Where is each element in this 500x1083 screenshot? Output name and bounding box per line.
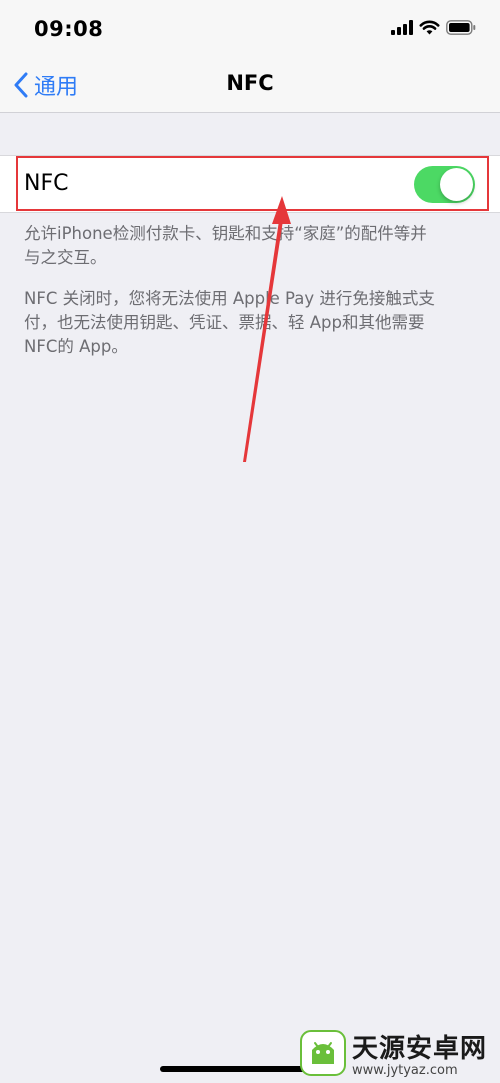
warning-line: NFC 关闭时，您将无法使用 Apple Pay 进行免接触式支 [24, 289, 435, 308]
nfc-description: 允许iPhone检测付款卡、钥匙和支持“家庭”的配件等并 与之交互。 [24, 222, 476, 270]
page-title: NFC [226, 71, 274, 95]
battery-icon [446, 20, 476, 35]
watermark-title: 天源安卓网 [352, 1034, 488, 1064]
nfc-toggle-switch[interactable] [414, 166, 475, 203]
nfc-setting-label: NFC [24, 171, 69, 196]
nfc-off-warning: NFC 关闭时，您将无法使用 Apple Pay 进行免接触式支 付，也无法使用… [24, 287, 476, 359]
watermark: 天源安卓网 www.jytyaz.com [300, 1028, 487, 1078]
warning-line: 付，也无法使用钥匙、凭证、票据、轻 App和其他需要 [24, 313, 425, 332]
toggle-knob [440, 168, 473, 201]
navigation-bar: 通用 NFC [0, 58, 500, 113]
cellular-signal-icon [391, 20, 413, 35]
status-icons [391, 20, 476, 35]
warning-line: NFC的 App。 [24, 337, 128, 356]
wifi-icon [419, 20, 440, 35]
android-logo-icon [300, 1030, 346, 1076]
status-bar: 09:08 [0, 0, 500, 58]
description-line: 允许iPhone检测付款卡、钥匙和支持“家庭”的配件等并 [24, 224, 427, 243]
description-line: 与之交互。 [24, 248, 107, 267]
watermark-url: www.jytyaz.com [352, 1063, 458, 1078]
status-time: 09:08 [34, 17, 104, 41]
